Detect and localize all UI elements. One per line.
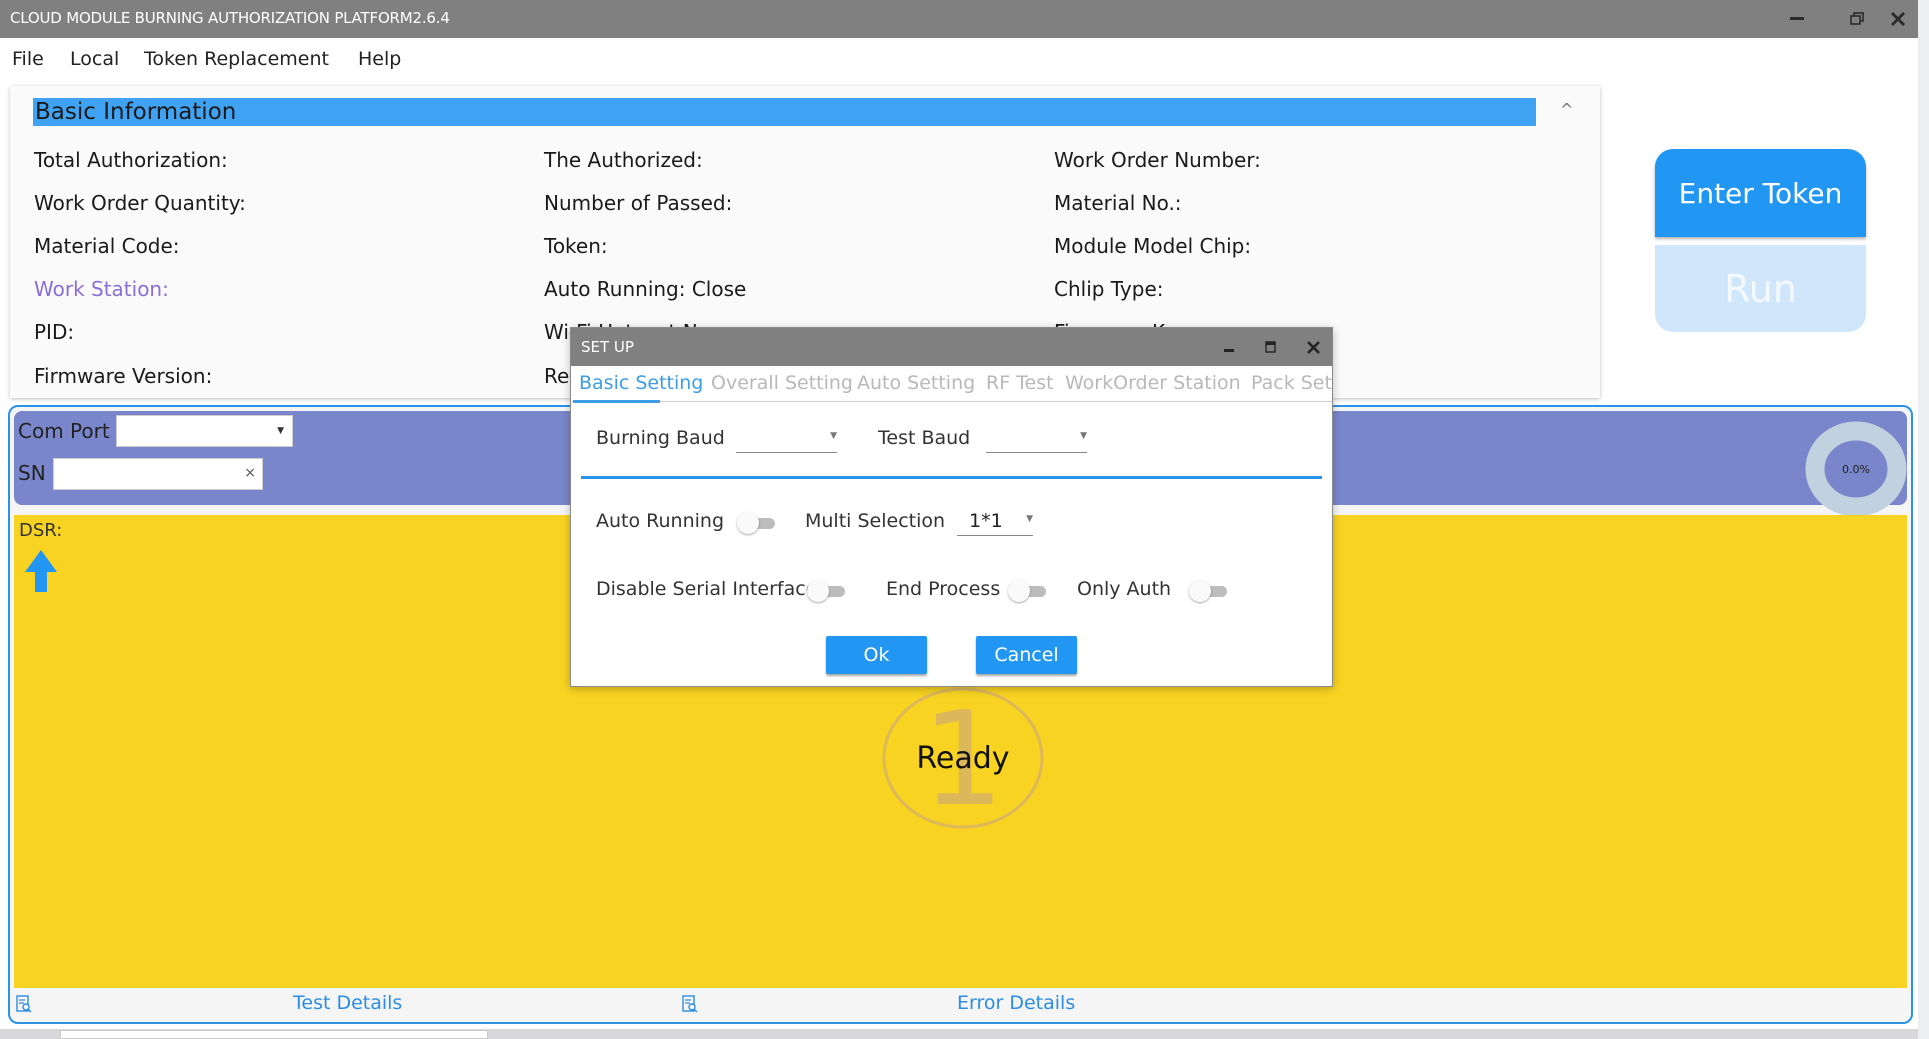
maximize-icon bbox=[1265, 341, 1276, 353]
only-auth-label: Only Auth bbox=[1077, 578, 1172, 600]
pid-label: PID: bbox=[34, 320, 75, 344]
tab-overall-setting[interactable]: Overall Setting bbox=[711, 372, 853, 394]
restore-button[interactable] bbox=[1842, 6, 1872, 32]
bottom-input[interactable] bbox=[60, 1030, 488, 1039]
dropdown-arrow-icon: ▼ bbox=[1026, 514, 1033, 524]
test-details-icon[interactable] bbox=[16, 995, 32, 1013]
restore-icon bbox=[1850, 12, 1864, 25]
dropdown-arrow-icon: ▼ bbox=[830, 431, 837, 441]
basic-information-title: Basic Information bbox=[35, 99, 237, 125]
enter-token-button[interactable]: Enter Token bbox=[1655, 149, 1866, 237]
error-details-icon[interactable] bbox=[682, 995, 698, 1013]
sn-input[interactable] bbox=[58, 459, 238, 487]
test-baud-label: Test Baud bbox=[878, 427, 971, 449]
basic-information-header[interactable]: Basic Information bbox=[33, 98, 1536, 126]
work-station-label[interactable]: Work Station: bbox=[34, 277, 169, 301]
material-code-label: Material Code: bbox=[34, 234, 180, 258]
dialog-minimize-button[interactable] bbox=[1218, 336, 1240, 358]
only-auth-toggle[interactable] bbox=[1189, 580, 1229, 602]
error-details-link[interactable]: Error Details bbox=[957, 992, 1075, 1014]
dsr-label: DSR: bbox=[19, 520, 63, 541]
chip-type-label: Chlip Type: bbox=[1054, 277, 1164, 301]
title-bar: CLOUD MODULE BURNING AUTHORIZATION PLATF… bbox=[0, 0, 1918, 38]
window-edge bbox=[1918, 0, 1929, 1039]
section-divider bbox=[581, 476, 1322, 479]
dropdown-arrow-icon: ▼ bbox=[277, 426, 284, 436]
setup-dialog-titlebar[interactable]: SET UP bbox=[571, 328, 1332, 366]
number-of-passed-label: Number of Passed: bbox=[544, 191, 733, 215]
cancel-button[interactable]: Cancel bbox=[976, 636, 1077, 674]
tab-workorder-station[interactable]: WorkOrder Station bbox=[1065, 372, 1241, 394]
menu-file[interactable]: File bbox=[12, 48, 44, 70]
auto-running-label: Auto Running bbox=[596, 510, 725, 532]
clear-icon[interactable]: × bbox=[244, 465, 256, 481]
disable-serial-interface-toggle[interactable] bbox=[807, 580, 847, 602]
test-baud-select[interactable]: ▼ bbox=[986, 425, 1087, 453]
dropdown-arrow-icon: ▼ bbox=[1080, 431, 1087, 441]
close-icon bbox=[1891, 12, 1905, 26]
disable-serial-interface-label: Disable Serial Interface bbox=[596, 578, 818, 600]
collapse-chevron-icon[interactable]: ^ bbox=[1560, 100, 1573, 119]
dialog-close-button[interactable] bbox=[1302, 336, 1324, 358]
dialog-maximize-button[interactable] bbox=[1260, 336, 1282, 358]
re-label: Re bbox=[544, 364, 570, 388]
setup-dialog-title: SET UP bbox=[581, 338, 634, 356]
menu-token-replacement[interactable]: Token Replacement bbox=[144, 48, 329, 70]
com-port-label: Com Port bbox=[18, 419, 110, 443]
tab-basic-setting[interactable]: Basic Setting bbox=[579, 372, 703, 394]
test-details-link[interactable]: Test Details bbox=[293, 992, 402, 1014]
ok-button[interactable]: Ok bbox=[826, 636, 927, 674]
multi-selection-select[interactable]: 1*1 ▼ bbox=[957, 508, 1033, 536]
menu-help[interactable]: Help bbox=[358, 48, 401, 70]
dsr-up-arrow-icon bbox=[25, 550, 57, 592]
setup-dialog: SET UP Basic Setting Overall Setting Aut… bbox=[570, 327, 1333, 687]
status-text: Ready bbox=[916, 740, 1010, 776]
tab-pack-set[interactable]: Pack Set bbox=[1251, 372, 1332, 394]
firmware-version-label: Firmware Version: bbox=[34, 364, 213, 388]
setup-tabs: Basic Setting Overall Setting Auto Setti… bbox=[571, 366, 1332, 403]
total-authorization-label: Total Authorization: bbox=[34, 148, 228, 172]
minimize-icon bbox=[1790, 17, 1804, 20]
minimize-button[interactable] bbox=[1782, 6, 1812, 32]
auto-running-status-label: Auto Running: Close bbox=[544, 277, 747, 301]
multi-selection-value: 1*1 bbox=[969, 510, 1003, 532]
burning-baud-label: Burning Baud bbox=[596, 427, 725, 449]
run-button[interactable]: Run bbox=[1655, 245, 1866, 332]
sn-field[interactable]: × bbox=[53, 458, 263, 490]
sn-label: SN bbox=[18, 461, 46, 485]
progress-percent: 0.0% bbox=[1842, 462, 1870, 476]
close-icon bbox=[1306, 340, 1320, 354]
end-process-label: End Process bbox=[886, 578, 1001, 600]
multi-selection-label: Multi Selection bbox=[805, 510, 946, 532]
the-authorized-label: The Authorized: bbox=[544, 148, 703, 172]
token-label: Token: bbox=[544, 234, 608, 258]
details-bar: Test Details Error Details bbox=[14, 988, 1907, 1020]
end-process-toggle[interactable] bbox=[1008, 580, 1048, 602]
tab-rf-test[interactable]: RF Test bbox=[986, 372, 1054, 394]
tab-auto-setting[interactable]: Auto Setting bbox=[857, 372, 975, 394]
work-order-quantity-label: Work Order Quantity: bbox=[34, 191, 246, 215]
auto-running-toggle[interactable] bbox=[737, 512, 777, 534]
active-tab-indicator bbox=[573, 400, 660, 403]
module-model-chip-label: Module Model Chip: bbox=[1054, 234, 1252, 258]
burning-baud-select[interactable]: ▼ bbox=[736, 425, 837, 453]
minimize-icon bbox=[1224, 349, 1234, 352]
menu-bar: File Local Token Replacement Help bbox=[0, 40, 1918, 78]
close-button[interactable] bbox=[1883, 6, 1913, 32]
window-title: CLOUD MODULE BURNING AUTHORIZATION PLATF… bbox=[10, 9, 450, 27]
material-no-label: Material No.: bbox=[1054, 191, 1182, 215]
work-order-number-label: Work Order Number: bbox=[1054, 148, 1261, 172]
com-port-select[interactable]: ▼ bbox=[116, 415, 293, 447]
menu-local[interactable]: Local bbox=[70, 48, 119, 70]
